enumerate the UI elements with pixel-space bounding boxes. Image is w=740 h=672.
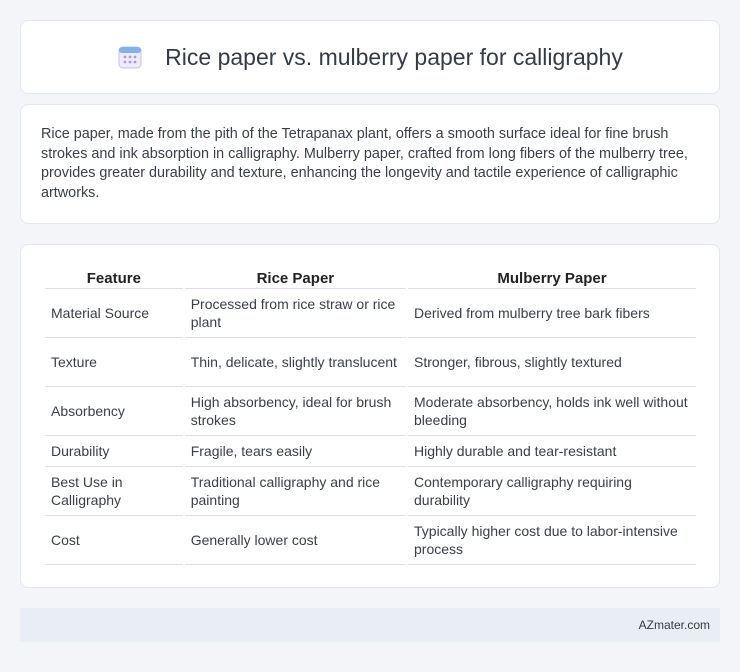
table-cell: Stronger, fibrous, slightly textured: [408, 338, 696, 387]
header-rice-paper: Rice Paper: [184, 265, 406, 289]
table-cell: Durability: [45, 436, 183, 467]
table-cell: Derived from mulberry tree bark fibers: [408, 289, 696, 338]
intro-paragraph: Rice paper, made from the pith of the Te…: [41, 126, 688, 201]
table-cell: Contemporary calligraphy requiring durab…: [408, 467, 696, 516]
table-cell: High absorbency, ideal for brush strokes: [184, 387, 406, 436]
title-card: Rice paper vs. mulberry paper for callig…: [20, 20, 720, 94]
table-row: Best Use in Calligraphy Traditional call…: [45, 467, 696, 516]
table-cell: Traditional calligraphy and rice paintin…: [184, 467, 406, 516]
table-cell: Texture: [45, 338, 183, 387]
table-cell: Generally lower cost: [184, 516, 406, 565]
table-cell: Material Source: [45, 289, 183, 338]
comparison-card: Feature Rice Paper Mulberry Paper Materi…: [20, 244, 720, 588]
header-mulberry-paper: Mulberry Paper: [408, 265, 696, 289]
table-row: Durability Fragile, tears easily Highly …: [45, 436, 696, 467]
comparison-table: Feature Rice Paper Mulberry Paper Materi…: [43, 265, 698, 565]
table-row: Texture Thin, delicate, slightly translu…: [45, 338, 696, 387]
footer-site-link[interactable]: AZmater.com: [639, 618, 710, 632]
table-cell: Moderate absorbency, holds ink well with…: [408, 387, 696, 436]
table-cell: Highly durable and tear-resistant: [408, 436, 696, 467]
page-title: Rice paper vs. mulberry paper for callig…: [165, 43, 623, 70]
page: Rice paper vs. mulberry paper for callig…: [0, 0, 740, 672]
table-row: Material Source Processed from rice stra…: [45, 289, 696, 338]
footer: AZmater.com: [20, 608, 720, 642]
intro-card: Rice paper, made from the pith of the Te…: [20, 104, 720, 224]
calendar-icon: [117, 44, 143, 70]
table-cell: Cost: [45, 516, 183, 565]
table-cell: Fragile, tears easily: [184, 436, 406, 467]
table-cell: Absorbency: [45, 387, 183, 436]
table-row: Absorbency High absorbency, ideal for br…: [45, 387, 696, 436]
table-cell: Processed from rice straw or rice plant: [184, 289, 406, 338]
table-header-row: Feature Rice Paper Mulberry Paper: [45, 265, 696, 289]
table-row: Cost Generally lower cost Typically high…: [45, 516, 696, 565]
table-cell: Best Use in Calligraphy: [45, 467, 183, 516]
table-cell: Thin, delicate, slightly translucent: [184, 338, 406, 387]
table-cell: Typically higher cost due to labor-inten…: [408, 516, 696, 565]
header-feature: Feature: [45, 265, 183, 289]
